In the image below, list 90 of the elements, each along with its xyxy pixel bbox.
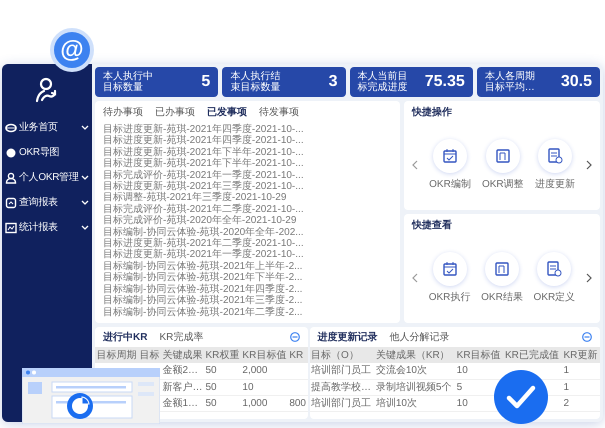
table-cell: 10 (455, 363, 504, 379)
report-icon (5, 196, 17, 208)
column-header: KR更新 (562, 347, 600, 363)
panel-title: 快捷操作 (412, 106, 453, 120)
sidebar-item[interactable]: 统计报表 (5, 220, 89, 235)
column-header: 关键成果（KR） (374, 347, 456, 363)
tab[interactable]: 待发事项 (259, 105, 299, 120)
user-icon (5, 172, 17, 184)
table-cell: 培训10次 (374, 395, 456, 411)
message-item[interactable]: 目标编制-协同云体验-苑琪-2021年四季度-2... (103, 284, 392, 296)
tab[interactable]: 已发事项 (207, 105, 247, 120)
stat-value: 5 (201, 72, 210, 92)
table-cell: 10 (240, 379, 288, 395)
stat-label: 本人执行结束目标数量 (230, 71, 282, 93)
column-header: 目标周期 (95, 347, 138, 363)
table-cell: 800 (288, 395, 308, 411)
message-item[interactable]: 目标进度更新-苑琪-2021年下半年-2021-10-... (103, 146, 392, 158)
message-item[interactable]: 目标编制-协同云体验-苑琪-2021年下半年-2... (103, 272, 392, 284)
at-badge: @ (50, 28, 94, 72)
stat-value: 30.5 (560, 72, 592, 92)
table-cell: 提高教学校… (310, 379, 374, 395)
stat-value: 3 (328, 72, 338, 92)
chevron-right-icon[interactable] (586, 160, 592, 170)
sidebar-item[interactable]: OKR导图 (5, 145, 89, 160)
column-header: KR权重 (204, 347, 241, 363)
column-header: KR目标值 (455, 347, 504, 363)
dot-icon (5, 146, 17, 158)
message-item[interactable]: 目标进度更新-苑琪-2021年四季度-2021-10-... (103, 135, 392, 147)
table-cell: 金额2… (161, 363, 204, 379)
stat-label: 本人各周期目标平均… (484, 71, 536, 93)
column-header: 目标（O） (310, 347, 374, 363)
table-cell: 培训部门员工 (310, 395, 374, 411)
tab[interactable]: 进度更新记录 (318, 330, 378, 344)
chart-icon (5, 222, 17, 234)
document-icon (545, 260, 564, 278)
document-icon (546, 146, 564, 164)
calendar-icon (440, 260, 459, 278)
collapse-icon[interactable] (290, 332, 300, 342)
stat-label: 本人执行中目标数量 (103, 71, 154, 93)
table-cell: 新客户… (161, 379, 204, 395)
stat-value: 75.35 (424, 72, 465, 92)
column-header: 关键成果 (161, 347, 204, 363)
table-cell: 2,000 (240, 363, 288, 379)
message-item[interactable]: 目标完成评价-苑琪-2021年一季度-2021-10-... (103, 170, 392, 182)
message-item[interactable]: 目标进度更新-苑琪-2021年二季度-2021-10-... (103, 238, 392, 250)
table-cell: 交流会10次 (374, 363, 456, 379)
table-cell: 培训部门员工 (310, 363, 374, 379)
message-item[interactable]: 目标编制-协同云体验-苑琪-2021年三季度-2... (103, 295, 392, 306)
chevron-right-icon[interactable] (586, 273, 592, 283)
column-header: KR (288, 347, 308, 363)
tab[interactable]: 已办事项 (155, 105, 195, 120)
table-cell: 1 (562, 363, 600, 379)
panel-title: 快捷查看 (412, 218, 453, 233)
sidebar-item[interactable]: 个人OKR管理 (5, 170, 89, 185)
message-item[interactable]: 目标进度更新-苑琪-2021年三季度-2021-10-... (103, 181, 392, 192)
table-cell: 50 (204, 395, 241, 411)
table-cell: 50 (204, 379, 241, 395)
table-cell: 50 (204, 363, 241, 379)
table-cell: 5 (455, 379, 504, 395)
table-cell: 2 (562, 395, 600, 411)
column-header: KR目标值 (240, 347, 288, 363)
tab[interactable]: 进行中KR (103, 330, 148, 344)
form-icon (492, 260, 511, 278)
message-item[interactable]: 目标完成评价-苑琪-2020年全年-2021-10-29 (103, 215, 392, 227)
table-cell: 1,000 (240, 395, 288, 411)
sidebar-item[interactable]: 查询报表 (5, 195, 89, 210)
message-item[interactable]: 目标进度更新-苑琪-2021年一季度-2021-10-... (103, 249, 392, 261)
table-cell: 10 (455, 395, 504, 411)
tab[interactable]: 待办事项 (103, 105, 143, 120)
table-cell: 录制培训视频5个 (374, 379, 456, 395)
column-header: 目标 (138, 347, 161, 363)
message-item[interactable]: 目标调整-苑琪-2021年三季度-2021-10-29 (103, 192, 392, 204)
message-item[interactable]: 目标编制-协同云体验-苑琪-2021年上半年-2... (103, 260, 392, 272)
chevron-left-icon[interactable] (412, 160, 418, 170)
form-icon (494, 146, 512, 164)
table-cell: 金额1… (161, 395, 204, 411)
stat-label: 本人当前目标完成进度 (358, 71, 408, 93)
table-cell: 1 (562, 379, 600, 395)
message-item[interactable]: 目标编制-协同云体验-苑琪-2021年二季度-2... (103, 306, 392, 318)
collapse-icon[interactable] (582, 332, 592, 342)
column-header: KR已完成值 (503, 347, 562, 363)
tab[interactable]: 他人分解记录 (390, 330, 450, 344)
message-item[interactable]: 目标完成评价-苑琪-2021年二季度-2021-10-... (103, 204, 392, 216)
message-item[interactable]: 目标进度更新-苑琪-2021年下半年-2021-10-... (103, 158, 392, 170)
tab[interactable]: KR完成率 (159, 330, 204, 344)
message-item[interactable]: 目标编制-协同云体验-苑琪-2020年全年-202... (103, 226, 392, 238)
chevron-left-icon[interactable] (412, 273, 418, 283)
sidebar-item[interactable]: 业务首页 (5, 120, 89, 135)
calendar-icon (440, 146, 459, 164)
message-item[interactable]: 目标进度更新-苑琪-2021年四季度-2021-10-... (103, 124, 392, 136)
